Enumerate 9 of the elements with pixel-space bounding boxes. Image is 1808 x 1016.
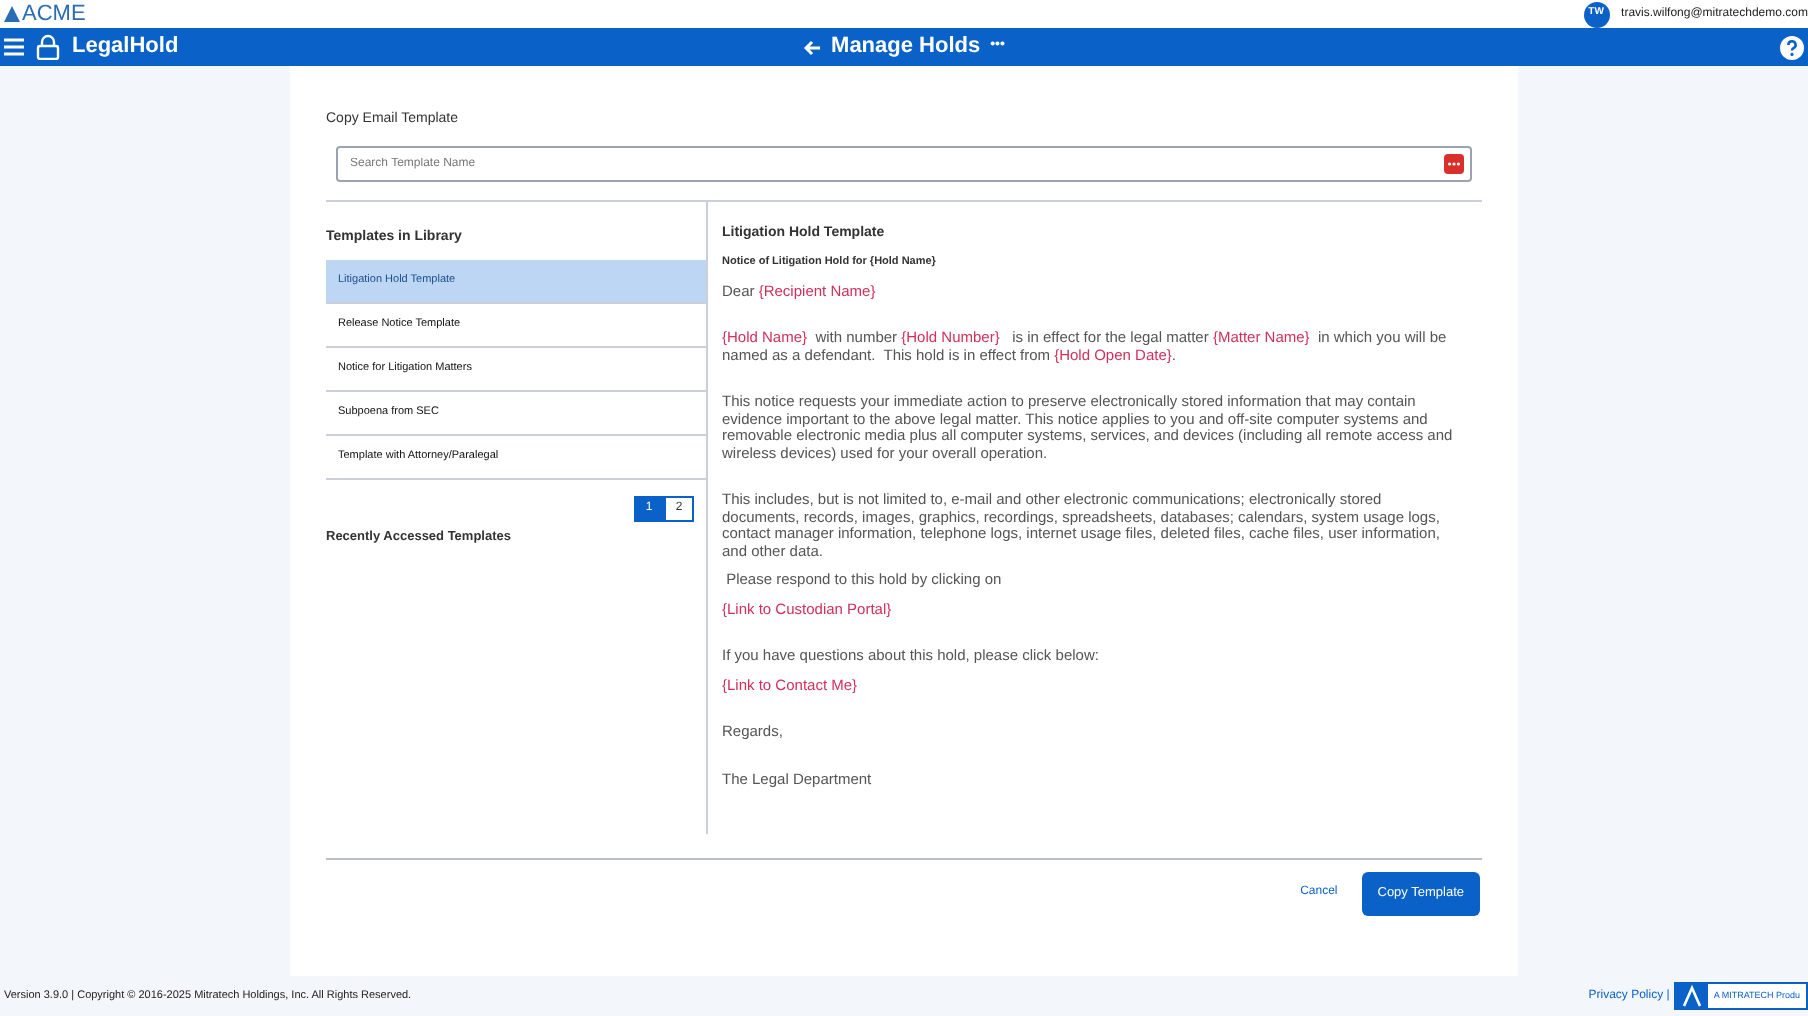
app-name: LegalHold bbox=[72, 32, 179, 63]
logo-text: ACME bbox=[22, 3, 86, 25]
page-title: Manage Holds bbox=[831, 32, 981, 63]
back-arrow-icon[interactable] bbox=[803, 39, 822, 55]
logo-triangle-icon bbox=[4, 6, 20, 22]
help-icon[interactable] bbox=[1780, 35, 1804, 59]
menu-icon[interactable] bbox=[4, 38, 24, 56]
padlock-icon bbox=[36, 34, 60, 60]
more-icon[interactable] bbox=[1444, 153, 1464, 173]
